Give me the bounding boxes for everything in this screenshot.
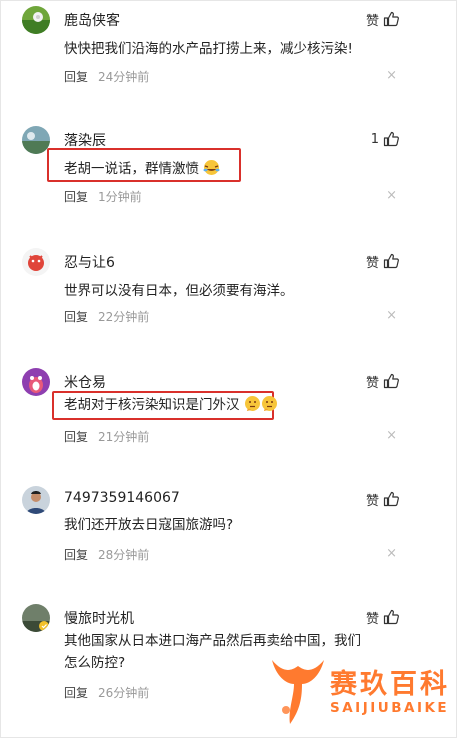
- reply-button[interactable]: 回复: [64, 310, 88, 324]
- thumbs-up-icon: [383, 11, 399, 27]
- comment-text-content: 老胡对于核污染知识是门外汉: [64, 397, 240, 413]
- comment-time: 22分钟前: [98, 310, 150, 324]
- thinking-face-emoji-icon: [261, 396, 277, 411]
- reply-button[interactable]: 回复: [64, 548, 88, 562]
- comment-time: 28分钟前: [98, 548, 150, 562]
- comment-author[interactable]: 落染辰: [64, 130, 106, 150]
- thinking-face-emoji-icon: [244, 396, 260, 411]
- comment-meta: 回复 24分钟前: [64, 68, 149, 85]
- comment-time: 1分钟前: [98, 190, 142, 204]
- like-count: 赞: [365, 493, 379, 509]
- close-icon[interactable]: ×: [386, 188, 397, 203]
- thumbs-up-icon: [383, 253, 399, 269]
- like-count: 赞: [365, 13, 379, 29]
- comment-text: 快快把我们沿海的水产品打捞上来，减少核污染!: [64, 41, 353, 57]
- whale-tail-logo-icon: [272, 660, 324, 724]
- avatar[interactable]: [22, 126, 50, 154]
- comment-meta: 回复 22分钟前: [64, 308, 149, 325]
- close-icon[interactable]: ×: [386, 68, 397, 83]
- close-icon[interactable]: ×: [386, 546, 397, 561]
- comment-meta: 回复 26分钟前: [64, 684, 149, 701]
- avatar[interactable]: [22, 486, 50, 514]
- comment-meta: 回复 1分钟前: [64, 188, 142, 205]
- comment-text: 老胡一说话，群情激愤: [64, 158, 220, 180]
- avatar[interactable]: [22, 248, 50, 276]
- like-button[interactable]: 1: [371, 128, 399, 150]
- thumbs-up-icon: [383, 131, 399, 147]
- like-button[interactable]: 赞: [366, 8, 399, 30]
- comment-author[interactable]: 米仓易: [64, 372, 106, 392]
- comment-meta: 回复 21分钟前: [64, 428, 149, 445]
- comment-meta: 回复 28分钟前: [64, 546, 149, 563]
- comment-time: 26分钟前: [98, 686, 150, 700]
- close-icon[interactable]: ×: [386, 428, 397, 443]
- reply-button[interactable]: 回复: [64, 190, 88, 204]
- comment-text: 老胡对于核污染知识是门外汉: [64, 394, 278, 416]
- comment-time: 24分钟前: [98, 70, 150, 84]
- like-count: 赞: [365, 375, 379, 391]
- like-count: 赞: [365, 255, 379, 271]
- like-count: 赞: [365, 611, 379, 627]
- comment-author[interactable]: 鹿岛侠客: [64, 10, 120, 30]
- reply-button[interactable]: 回复: [64, 70, 88, 84]
- watermark-title: 赛玖百科: [330, 669, 450, 700]
- watermark-subtitle: SAIJIUBAIKE: [330, 700, 450, 716]
- comment-text: 世界可以没有日本，但必须要有海洋。: [64, 283, 294, 299]
- comment-author[interactable]: 慢旅时光机: [64, 608, 134, 628]
- comment-text-content: 老胡一说话，群情激愤: [64, 161, 199, 177]
- avatar[interactable]: [22, 6, 50, 34]
- comment-text: 我们还开放去日寇国旅游吗?: [64, 517, 234, 533]
- thumbs-up-icon: [383, 373, 399, 389]
- watermark-logo: 赛玖百科 SAIJIUBAIKE: [268, 652, 454, 728]
- reply-button[interactable]: 回复: [64, 686, 88, 700]
- like-button[interactable]: 赞: [366, 370, 399, 392]
- comment-time: 21分钟前: [98, 430, 150, 444]
- like-count: 1: [370, 131, 379, 147]
- tears-of-joy-emoji-icon: [203, 160, 220, 175]
- reply-button[interactable]: 回复: [64, 430, 88, 444]
- like-button[interactable]: 赞: [366, 488, 399, 510]
- thumbs-up-icon: [383, 491, 399, 507]
- like-button[interactable]: 赞: [366, 606, 399, 628]
- avatar[interactable]: [22, 368, 50, 396]
- avatar[interactable]: [22, 604, 50, 632]
- like-button[interactable]: 赞: [366, 250, 399, 272]
- comment-author[interactable]: 7497359146067: [64, 490, 180, 506]
- close-icon[interactable]: ×: [386, 308, 397, 323]
- comment-author[interactable]: 忍与让6: [64, 252, 115, 272]
- thumbs-up-icon: [383, 609, 399, 625]
